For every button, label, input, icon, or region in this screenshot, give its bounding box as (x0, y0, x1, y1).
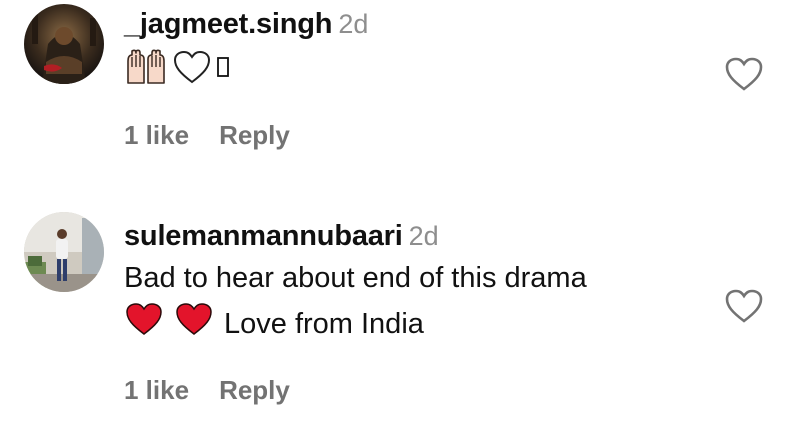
comment-header: sulemanmannubaari 2d (124, 220, 587, 253)
timestamp: 2d (338, 9, 369, 39)
timestamp: 2d (408, 221, 439, 251)
white-heart-icon (172, 49, 212, 90)
red-heart-icon (124, 301, 164, 347)
comment-header: _jagmeet.singh 2d (124, 8, 368, 41)
avatar[interactable] (24, 4, 104, 84)
reply-button[interactable]: Reply (219, 375, 290, 405)
heart-outline-icon (725, 57, 763, 91)
comment-body: sulemanmannubaari 2d Bad to hear about en… (124, 220, 587, 347)
username[interactable]: sulemanmannubaari (124, 220, 403, 252)
avatar[interactable] (24, 212, 104, 292)
username[interactable]: _jagmeet.singh (124, 8, 333, 40)
likes-count[interactable]: 1 like (124, 375, 189, 405)
missing-glyph-icon (216, 55, 230, 84)
comment-text: Bad to hear about end of this drama (124, 262, 587, 294)
comment-actions: 1 like Reply (124, 375, 290, 406)
comment-actions: 1 like Reply (124, 120, 290, 151)
comment-text-suffix: Love from India (224, 308, 424, 340)
raising-hands-icon (124, 47, 168, 92)
like-button[interactable] (724, 288, 764, 324)
comment-body: _jagmeet.singh 2d (124, 8, 368, 91)
reply-button[interactable]: Reply (219, 120, 290, 150)
comment-text-line: Love from India (124, 301, 587, 347)
comment-item: _jagmeet.singh 2d 1 like Reply (0, 0, 785, 200)
likes-count[interactable]: 1 like (124, 120, 189, 150)
red-heart-icon (174, 301, 214, 347)
like-button[interactable] (724, 56, 764, 92)
heart-outline-icon (725, 289, 763, 323)
comment-item: sulemanmannubaari 2d Bad to hear about en… (0, 200, 785, 429)
comment-text (124, 47, 368, 91)
